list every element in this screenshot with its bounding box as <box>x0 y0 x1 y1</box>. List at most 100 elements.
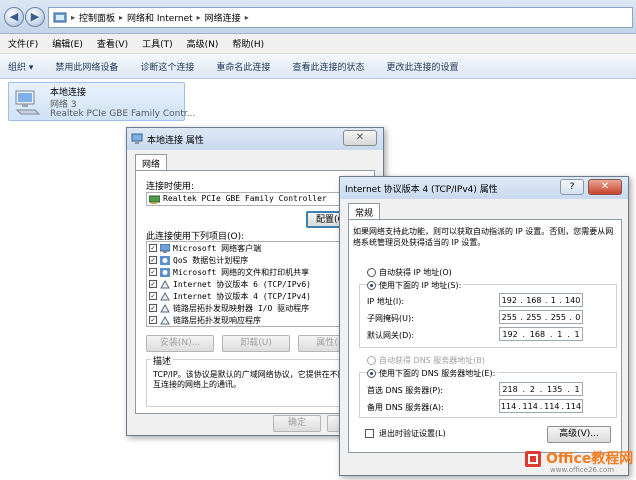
description-text: TCP/IP。该协议是默认的广域网络协议，它提供在不同的相互连接的网络上的通讯。 <box>153 370 362 389</box>
list-item[interactable]: ✓ Internet 协议版本 6 (TCP/IPv6) <box>147 278 365 290</box>
network-adapter-icon <box>15 90 41 115</box>
uninstall-button[interactable]: 卸载(U) <box>222 335 290 352</box>
chevron-right-icon: ▸ <box>196 13 201 22</box>
dialog-title: 本地连接 属性 <box>147 136 204 146</box>
connection-item[interactable]: 本地连接 网络 3 Realtek PCIe GBE Family Contr.… <box>8 82 195 121</box>
list-item[interactable]: ✓ Microsoft 网络的文件和打印机共享 <box>147 266 365 278</box>
ip-octet: 114 <box>565 401 582 411</box>
advanced-button[interactable]: 高级(V)... <box>547 426 611 443</box>
service-icon <box>160 255 170 265</box>
chevron-right-icon: ▸ <box>71 13 76 22</box>
ip-octet: 192 <box>501 295 517 305</box>
list-item-label: Microsoft 网络的文件和打印机共享 <box>173 267 310 277</box>
adapter-field: Realtek PCIe GBE Family Controller <box>146 192 366 206</box>
watermark-text: Office教程网 <box>546 451 634 467</box>
protocol-icon <box>160 303 170 312</box>
checkbox[interactable]: ✓ <box>149 244 157 252</box>
ipv4-properties-dialog: Internet 协议版本 4 (TCP/IPv4) 属性 ? ✕ 常规 如果网… <box>339 176 629 476</box>
tab-general[interactable]: 常规 <box>348 203 381 219</box>
validate-on-exit-label: 退出时验证设置(L) <box>379 429 446 438</box>
ip-octet: 255 <box>550 312 566 322</box>
subnet-mask-field[interactable]: 255. 255. 255. 0 <box>499 310 583 324</box>
ip-octet: 114 <box>500 401 517 411</box>
breadcrumb-item-control-panel[interactable]: 控制面板 <box>79 11 115 24</box>
checkbox[interactable]: ✓ <box>149 292 157 300</box>
list-item[interactable]: ✓ QoS 数据包计划程序 <box>147 254 365 266</box>
menu-edit[interactable]: 编辑(E) <box>52 37 83 50</box>
list-item-label: 链路层拓扑发现响应程序 <box>173 315 261 325</box>
breadcrumb-item-network-internet[interactable]: 网络和 Internet <box>127 11 193 24</box>
list-item[interactable]: ✓ 链路层拓扑发现映射器 I/O 驱动程序 <box>147 302 365 314</box>
disable-device-button[interactable]: 禁用此网络设备 <box>55 60 118 73</box>
list-item-label: 链路层拓扑发现映射器 I/O 驱动程序 <box>173 303 310 313</box>
manual-dns-label: 使用下面的 DNS 服务器地址(E): <box>379 368 498 379</box>
organize-button[interactable]: 组织 ▾ <box>8 60 33 73</box>
change-settings-button[interactable]: 更改此连接的设置 <box>386 60 458 73</box>
office-logo-icon <box>525 451 541 467</box>
ip-settings-description: 如果网络支持此功能，则可以获取自动指派的 IP 设置。否则，您需要从网络系统管理… <box>353 227 614 247</box>
menu-advanced[interactable]: 高级(N) <box>187 37 219 50</box>
view-status-button[interactable]: 查看此连接的状态 <box>292 60 364 73</box>
preferred-dns-field[interactable]: 218. 2. 135. 1 <box>499 382 583 396</box>
dialog-title-bar[interactable]: 本地连接 属性 ✕ <box>127 128 383 150</box>
ip-octet: 255 <box>526 312 542 322</box>
ip-octet: 114 <box>522 401 538 411</box>
connect-using-label: 连接时使用: <box>146 182 195 192</box>
checkbox[interactable]: ✓ <box>149 316 157 324</box>
ip-octet: 168 <box>529 329 546 339</box>
alternate-dns-field[interactable]: 114. 114. 114. 114 <box>499 399 583 413</box>
ip-octet: 1 <box>574 384 580 394</box>
menu-file[interactable]: 文件(F) <box>8 37 38 50</box>
tab-network[interactable]: 网络 <box>135 154 168 170</box>
ok-button[interactable]: 确定 <box>273 415 321 432</box>
nic-icon <box>149 195 160 204</box>
connection-device: Realtek PCIe GBE Family Contr... <box>50 109 196 119</box>
back-arrow-icon[interactable]: ◀ <box>4 7 24 27</box>
checkbox[interactable]: ✓ <box>149 304 157 312</box>
chevron-right-icon: ▸ <box>244 13 249 22</box>
checkbox[interactable]: ✓ <box>149 268 157 276</box>
ip-address-field[interactable]: 192. 168. 1. 140 <box>499 293 583 307</box>
list-item-label: QoS 数据包计划程序 <box>173 255 249 265</box>
general-tab-panel: 如果网络支持此功能，则可以获取自动指派的 IP 设置。否则，您需要从网络系统管理… <box>348 219 622 453</box>
checkbox[interactable]: ✓ <box>149 256 157 264</box>
menu-view[interactable]: 查看(V) <box>97 37 128 50</box>
protocol-icon <box>160 315 170 324</box>
manual-ip-radio[interactable] <box>367 281 376 290</box>
validate-on-exit-checkbox[interactable] <box>365 429 374 438</box>
adapter-name: Realtek PCIe GBE Family Controller <box>163 194 327 203</box>
close-button[interactable]: ✕ <box>343 130 377 146</box>
diagnose-button[interactable]: 诊断这个连接 <box>140 60 194 73</box>
auto-ip-radio[interactable] <box>367 268 376 277</box>
ip-octet: 135 <box>547 384 563 394</box>
ip-octet: 140 <box>565 295 581 305</box>
protocol-icon <box>160 291 170 300</box>
forward-arrow-icon[interactable]: ▶ <box>25 7 45 27</box>
manual-dns-radio[interactable] <box>367 369 376 378</box>
list-item[interactable]: ✓ 链路层拓扑发现响应程序 <box>147 314 365 326</box>
ip-octet: 192 <box>502 329 518 339</box>
dialog-title: Internet 协议版本 4 (TCP/IPv4) 属性 <box>345 185 498 195</box>
menu-bar: 文件(F) 编辑(E) 查看(V) 工具(T) 高级(N) 帮助(H) <box>0 34 636 54</box>
ip-octet: 0 <box>575 312 581 322</box>
help-button[interactable]: ? <box>560 179 584 195</box>
rename-button[interactable]: 重命名此连接 <box>216 60 270 73</box>
list-item[interactable]: ✓ Microsoft 网络客户端 <box>147 242 365 254</box>
checkbox[interactable]: ✓ <box>149 280 157 288</box>
breadcrumb[interactable]: ▸ 控制面板 ▸ 网络和 Internet ▸ 网络连接 ▸ <box>48 7 633 28</box>
breadcrumb-item-network-connections[interactable]: 网络连接 <box>205 11 241 24</box>
list-item-label: Microsoft 网络客户端 <box>173 243 262 253</box>
install-button[interactable]: 安装(N)... <box>146 335 214 352</box>
ip-octet: 218 <box>502 384 518 394</box>
list-item-label: Internet 协议版本 6 (TCP/IPv6) <box>173 279 311 289</box>
watermark-url: www.office26.com <box>550 466 615 474</box>
subnet-mask-label: 子网掩码(U): <box>367 314 414 323</box>
gateway-field[interactable]: 192. 168. 1. 1 <box>499 327 583 341</box>
menu-help[interactable]: 帮助(H) <box>232 37 264 50</box>
list-item[interactable]: ✓ Internet 协议版本 4 (TCP/IPv4) <box>147 290 365 302</box>
auto-dns-radio[interactable] <box>367 356 376 365</box>
menu-tools[interactable]: 工具(T) <box>142 37 173 50</box>
close-button[interactable]: ✕ <box>588 179 622 195</box>
description-group: 描述 TCP/IP。该协议是默认的广域网络协议，它提供在不同的相互连接的网络上的… <box>146 354 366 407</box>
dialog-title-bar[interactable]: Internet 协议版本 4 (TCP/IPv4) 属性 ? ✕ <box>340 177 628 199</box>
